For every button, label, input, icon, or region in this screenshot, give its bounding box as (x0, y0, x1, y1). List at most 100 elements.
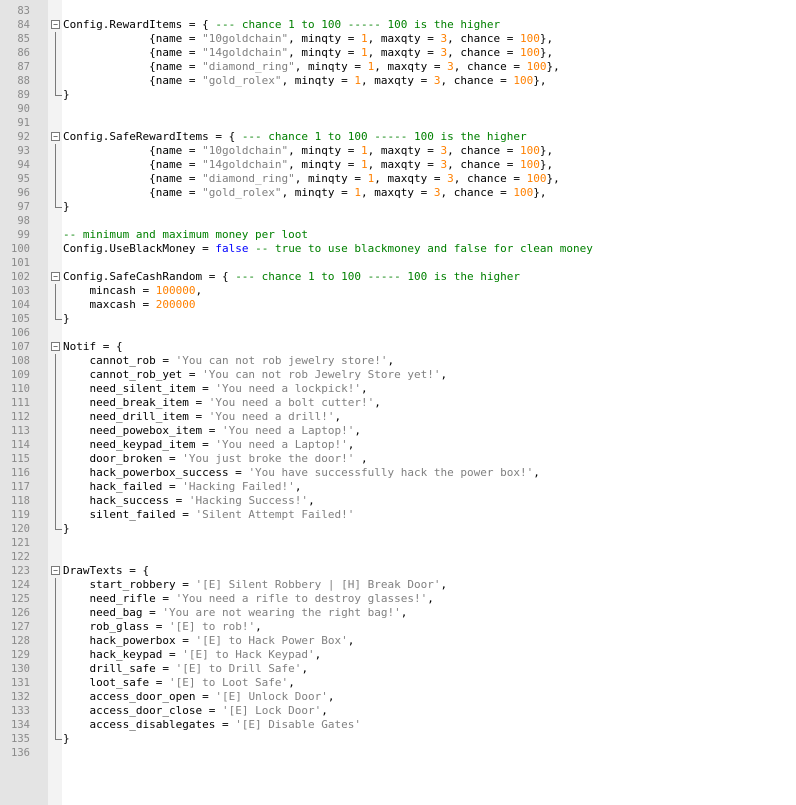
code-content[interactable]: Config.SafeRewardItems = { --- chance 1 … (63, 130, 527, 144)
code-lines[interactable]: 83 84− Config.RewardItems = { --- chance 1… (0, 4, 796, 760)
fold-toggle-icon[interactable]: − (51, 342, 60, 351)
code-content[interactable]: need_bag = 'You are not wearing the righ… (63, 606, 407, 620)
code-line[interactable]: 126 need_bag = 'You are not wearing the … (0, 606, 796, 620)
code-content[interactable]: {name = "gold_rolex", minqty = 1, maxqty… (63, 74, 546, 88)
code-content[interactable]: DrawTexts = { (63, 564, 149, 578)
code-line[interactable]: 136 (0, 746, 796, 760)
code-line[interactable]: 99 -- minimum and maximum money per loot (0, 228, 796, 242)
code-line[interactable]: 109 cannot_rob_yet = 'You can not rob Je… (0, 368, 796, 382)
code-line[interactable]: 88 {name = "gold_rolex", minqty = 1, max… (0, 74, 796, 88)
code-content[interactable]: cannot_rob = 'You can not rob jewelry st… (63, 354, 394, 368)
code-line[interactable]: 96 {name = "gold_rolex", minqty = 1, max… (0, 186, 796, 200)
code-line[interactable]: 90 (0, 102, 796, 116)
code-content[interactable]: Config.UseBlackMoney = false -- true to … (63, 242, 593, 256)
code-content[interactable]: } (63, 732, 70, 746)
code-line[interactable]: 130 drill_safe = '[E] to Drill Safe', (0, 662, 796, 676)
code-content[interactable]: Config.SafeCashRandom = { --- chance 1 t… (63, 270, 520, 284)
code-content[interactable]: } (63, 312, 70, 326)
code-line[interactable]: 116 hack_powerbox_success = 'You have su… (0, 466, 796, 480)
code-line[interactable]: 83 (0, 4, 796, 18)
code-content[interactable]: -- minimum and maximum money per loot (63, 228, 308, 242)
code-content[interactable]: need_break_item = 'You need a bolt cutte… (63, 396, 380, 410)
code-line[interactable]: 118 hack_success = 'Hacking Success!', (0, 494, 796, 508)
code-line[interactable]: 92 − Config.SafeRewardItems = { --- chance… (0, 130, 796, 144)
code-line[interactable]: 106 (0, 326, 796, 340)
code-line[interactable]: 84 − Config.RewardItems = { --- chance 1 t… (0, 18, 796, 32)
code-content[interactable]: cannot_rob_yet = 'You can not rob Jewelr… (63, 368, 447, 382)
code-content[interactable]: start_robbery = '[E] Silent Robbery | [H… (63, 578, 447, 592)
code-content[interactable]: {name = "14goldchain", minqty = 1, maxqt… (63, 46, 553, 60)
code-line[interactable]: 102 − Config.SafeCashRandom = { --- chance… (0, 270, 796, 284)
code-content[interactable]: silent_failed = 'Silent Attempt Failed!' (63, 508, 354, 522)
code-content[interactable]: {name = "diamond_ring", minqty = 1, maxq… (63, 172, 560, 186)
code-line[interactable]: 123 − DrawTexts = { (0, 564, 796, 578)
code-content[interactable]: need_rifle = 'You need a rifle to destro… (63, 592, 433, 606)
code-line[interactable]: 97} (0, 200, 796, 214)
code-line[interactable]: 89} (0, 88, 796, 102)
code-content[interactable]: loot_safe = '[E] to Loot Safe', (63, 676, 294, 690)
code-line[interactable]: 103 mincash = 100000, (0, 284, 796, 298)
code-content[interactable]: maxcash = 200000 (63, 298, 195, 312)
code-line[interactable]: 133 access_door_close = '[E] Lock Door', (0, 704, 796, 718)
code-line[interactable]: 86 {name = "14goldchain", minqty = 1, ma… (0, 46, 796, 60)
code-content[interactable]: {name = "10goldchain", minqty = 1, maxqt… (63, 144, 553, 158)
code-content[interactable]: Config.RewardItems = { --- chance 1 to 1… (63, 18, 500, 32)
code-content[interactable]: Notif = { (63, 340, 123, 354)
code-line[interactable]: 98 (0, 214, 796, 228)
code-content[interactable]: need_powebox_item = 'You need a Laptop!'… (63, 424, 361, 438)
code-content[interactable]: need_drill_item = 'You need a drill!', (63, 410, 341, 424)
code-content[interactable]: {name = "10goldchain", minqty = 1, maxqt… (63, 32, 553, 46)
code-line[interactable]: 100 Config.UseBlackMoney = false -- true … (0, 242, 796, 256)
code-line[interactable]: 108 cannot_rob = 'You can not rob jewelr… (0, 354, 796, 368)
code-line[interactable]: 119 silent_failed = 'Silent Attempt Fail… (0, 508, 796, 522)
code-line[interactable]: 85 {name = "10goldchain", minqty = 1, ma… (0, 32, 796, 46)
code-line[interactable]: 95 {name = "diamond_ring", minqty = 1, m… (0, 172, 796, 186)
code-line[interactable]: 93 {name = "10goldchain", minqty = 1, ma… (0, 144, 796, 158)
code-line[interactable]: 113 need_powebox_item = 'You need a Lapt… (0, 424, 796, 438)
code-line[interactable]: 101 (0, 256, 796, 270)
code-line[interactable]: 127 rob_glass = '[E] to rob!', (0, 620, 796, 634)
code-content[interactable]: door_broken = 'You just broke the door!'… (63, 452, 367, 466)
code-content[interactable]: } (63, 522, 70, 536)
code-content[interactable]: need_silent_item = 'You need a lockpick!… (63, 382, 367, 396)
code-line[interactable]: 132 access_door_open = '[E] Unlock Door'… (0, 690, 796, 704)
code-line[interactable]: 114 need_keypad_item = 'You need a Lapto… (0, 438, 796, 452)
code-content[interactable]: hack_powerbox_success = 'You have succes… (63, 466, 539, 480)
code-content[interactable]: access_door_open = '[E] Unlock Door', (63, 690, 334, 704)
fold-toggle-icon[interactable]: − (51, 20, 60, 29)
code-line[interactable]: 115 door_broken = 'You just broke the do… (0, 452, 796, 466)
code-line[interactable]: 117 hack_failed = 'Hacking Failed!', (0, 480, 796, 494)
code-line[interactable]: 91 (0, 116, 796, 130)
code-content[interactable]: } (63, 200, 70, 214)
code-content[interactable]: need_keypad_item = 'You need a Laptop!', (63, 438, 354, 452)
code-content[interactable]: access_disablegates = '[E] Disable Gates… (63, 718, 361, 732)
code-content[interactable]: hack_success = 'Hacking Success!', (63, 494, 314, 508)
code-content[interactable]: rob_glass = '[E] to rob!', (63, 620, 261, 634)
code-line[interactable]: 94 {name = "14goldchain", minqty = 1, ma… (0, 158, 796, 172)
code-content[interactable]: hack_powerbox = '[E] to Hack Power Box', (63, 634, 354, 648)
code-content[interactable]: mincash = 100000, (63, 284, 202, 298)
code-content[interactable]: {name = "gold_rolex", minqty = 1, maxqty… (63, 186, 546, 200)
code-line[interactable]: 105} (0, 312, 796, 326)
code-content[interactable]: {name = "14goldchain", minqty = 1, maxqt… (63, 158, 553, 172)
code-content[interactable]: hack_keypad = '[E] to Hack Keypad', (63, 648, 321, 662)
code-line[interactable]: 87 {name = "diamond_ring", minqty = 1, m… (0, 60, 796, 74)
code-content[interactable]: {name = "diamond_ring", minqty = 1, maxq… (63, 60, 560, 74)
code-line[interactable]: 111 need_break_item = 'You need a bolt c… (0, 396, 796, 410)
code-line[interactable]: 112 need_drill_item = 'You need a drill!… (0, 410, 796, 424)
code-line[interactable]: 128 hack_powerbox = '[E] to Hack Power B… (0, 634, 796, 648)
fold-toggle-icon[interactable]: − (51, 566, 60, 575)
code-line[interactable]: 134 access_disablegates = '[E] Disable G… (0, 718, 796, 732)
code-line[interactable]: 129 hack_keypad = '[E] to Hack Keypad', (0, 648, 796, 662)
code-line[interactable]: 124 start_robbery = '[E] Silent Robbery … (0, 578, 796, 592)
code-line[interactable]: 107 − Notif = { (0, 340, 796, 354)
code-line[interactable]: 125 need_rifle = 'You need a rifle to de… (0, 592, 796, 606)
code-content[interactable]: hack_failed = 'Hacking Failed!', (63, 480, 301, 494)
code-content[interactable]: access_door_close = '[E] Lock Door', (63, 704, 327, 718)
code-line[interactable]: 121 (0, 536, 796, 550)
code-content[interactable]: } (63, 88, 70, 102)
code-line[interactable]: 131 loot_safe = '[E] to Loot Safe', (0, 676, 796, 690)
code-line[interactable]: 122 (0, 550, 796, 564)
code-content[interactable]: drill_safe = '[E] to Drill Safe', (63, 662, 308, 676)
fold-toggle-icon[interactable]: − (51, 272, 60, 281)
